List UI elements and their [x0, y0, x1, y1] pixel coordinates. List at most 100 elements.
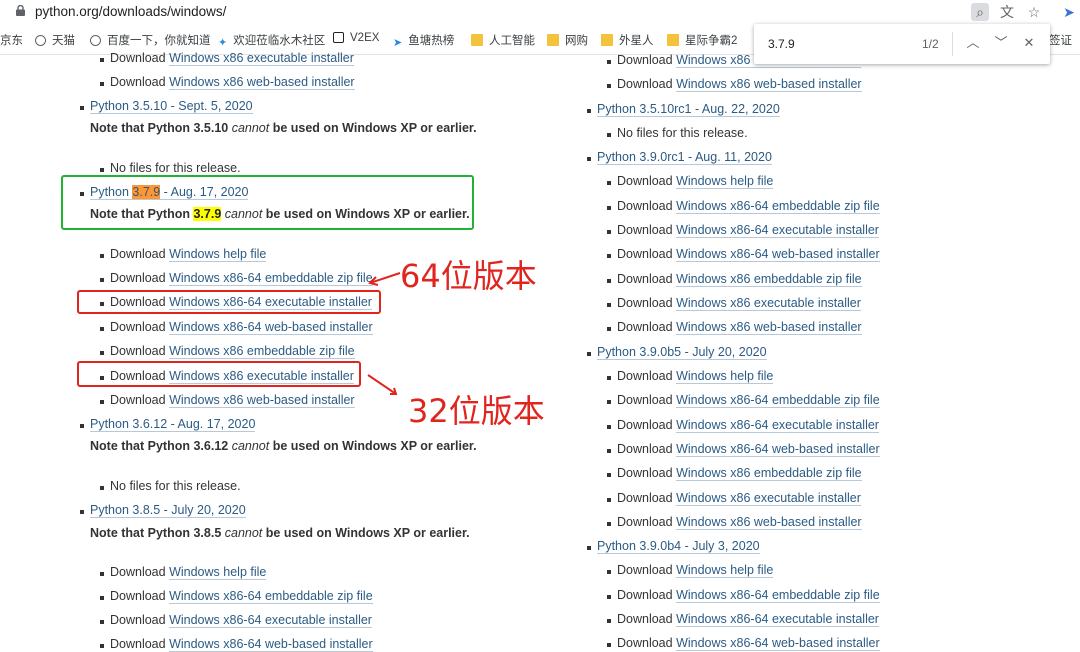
list-item: Download Windows x86-64 executable insta… [607, 223, 879, 238]
chevron-up-icon[interactable]: ︿ [964, 34, 982, 52]
address-bar[interactable]: python.org/downloads/windows/ ⌕ 文 ☆ ➤ [0, 0, 1080, 25]
release-link[interactable]: Python 3.6.12 - Aug. 17, 2020 [90, 417, 256, 432]
folder-icon [667, 34, 679, 46]
bookmark-tmall[interactable]: 天猫 [35, 32, 75, 48]
highlight-box-red-64bit [77, 290, 381, 314]
bookmark-folder-alien[interactable]: 外星人 [601, 32, 654, 48]
download-link[interactable]: Windows x86-64 embeddable zip file [676, 393, 880, 408]
release-note: Note that Python 3.8.5 cannot be used on… [90, 526, 470, 540]
download-link[interactable]: Windows x86-64 executable installer [169, 613, 372, 628]
list-item: Download Windows x86-64 web-based instal… [100, 320, 373, 335]
download-link[interactable]: Windows help file [676, 369, 774, 384]
release-item: Python 3.6.12 - Aug. 17, 2020 [79, 417, 256, 432]
list-item: Download Windows x86-64 web-based instal… [607, 247, 880, 262]
no-files-item: No files for this release. [100, 479, 241, 493]
annotation-64bit: 64位版本 [400, 257, 537, 295]
download-link[interactable]: Windows x86-64 embeddable zip file [676, 199, 880, 214]
download-link[interactable]: Windows x86 executable installer [676, 296, 861, 311]
star-icon[interactable]: ☆ [1025, 3, 1043, 21]
list-item: Download Windows x86 web-based installer [100, 393, 355, 408]
highlight-box-red-32bit [77, 361, 361, 387]
list-item: Download Windows help file [99, 247, 267, 262]
globe-icon [35, 35, 46, 46]
find-input[interactable]: 3.7.9 [768, 37, 795, 51]
list-item: Download Windows x86-64 embeddable zip f… [607, 393, 880, 408]
lock-icon [16, 5, 25, 16]
download-link[interactable]: Windows help file [676, 174, 774, 189]
download-link[interactable]: Windows x86 web-based installer [169, 75, 355, 90]
download-link[interactable]: Windows x86 executable installer [169, 51, 354, 66]
download-link[interactable]: Windows x86 web-based installer [676, 77, 862, 92]
extension-icon[interactable]: ➤ [1060, 3, 1078, 21]
folder-icon [601, 34, 613, 46]
release-item: Python 3.9.0rc1 - Aug. 11, 2020 [587, 150, 772, 165]
list-item: Download Windows x86-64 executable insta… [607, 418, 879, 433]
close-icon[interactable]: ✕ [1020, 34, 1038, 52]
download-link[interactable]: Windows x86-64 embeddable zip file [169, 271, 373, 286]
find-in-page-icon[interactable]: ⌕ [971, 3, 989, 21]
no-files-item: No files for this release. [100, 161, 241, 175]
water-icon: ✦ [218, 37, 228, 49]
release-link[interactable]: Python 3.8.5 - July 20, 2020 [90, 503, 246, 518]
chevron-down-icon[interactable]: ﹀ [992, 34, 1010, 52]
release-item: Python 3.5.10 - Sept. 5, 2020 [80, 99, 253, 114]
release-note: Note that Python 3.6.12 cannot be used o… [90, 439, 477, 453]
list-item: Download Windows x86 executable installe… [607, 491, 861, 506]
release-link[interactable]: Python 3.9.0rc1 - Aug. 11, 2020 [597, 150, 772, 165]
download-link[interactable]: Windows x86-64 web-based installer [169, 637, 373, 652]
release-note: Note that Python 3.5.10 cannot be used o… [90, 121, 477, 135]
download-link[interactable]: Windows x86 web-based installer [676, 320, 862, 335]
bookmark-v2ex[interactable]: V2EX [333, 32, 379, 44]
translate-icon[interactable]: 文 [998, 3, 1016, 21]
bookmark-visa[interactable]: 签证 [1049, 32, 1072, 48]
download-link[interactable]: Windows x86 web-based installer [676, 515, 862, 530]
list-item: Download Windows x86 executable installe… [100, 51, 354, 66]
download-link[interactable]: Windows x86-64 executable installer [676, 612, 879, 627]
release-link[interactable]: Python 3.9.0b4 - July 3, 2020 [597, 539, 760, 554]
download-link[interactable]: Windows x86-64 embeddable zip file [169, 589, 373, 604]
list-item: Download Windows help file [606, 563, 774, 578]
bookmark-baidu[interactable]: 百度一下，你就知道 [90, 32, 211, 48]
release-link[interactable]: Python 3.5.10rc1 - Aug. 22, 2020 [597, 102, 780, 117]
release-item: Python 3.8.5 - July 20, 2020 [80, 503, 246, 518]
download-link[interactable]: Windows help file [169, 565, 267, 580]
list-item: Download Windows x86-64 embeddable zip f… [100, 589, 373, 604]
list-item: Download Windows x86 embeddable zip file [100, 344, 355, 359]
download-link[interactable]: Windows x86 web-based installer [169, 393, 355, 408]
v2ex-icon [333, 32, 344, 43]
download-link[interactable]: Windows x86-64 embeddable zip file [676, 588, 880, 603]
list-item: Download Windows x86-64 web-based instal… [100, 637, 373, 652]
find-divider [952, 32, 953, 56]
find-bar: 3.7.9 1/2 ︿ ﹀ ✕ [754, 24, 1050, 64]
release-item: Python 3.9.0b4 - July 3, 2020 [587, 539, 760, 554]
download-link[interactable]: Windows x86-64 executable installer [676, 223, 879, 238]
list-item: Download Windows x86 embeddable zip file [607, 272, 862, 287]
bookmark-folder-shopping[interactable]: 网购 [547, 32, 588, 48]
bookmark-jd[interactable]: 京东 [0, 32, 23, 48]
bookmark-yutang[interactable]: ➤ 鱼塘热榜 [393, 32, 454, 49]
download-link[interactable]: Windows x86-64 web-based installer [676, 636, 880, 651]
url-text[interactable]: python.org/downloads/windows/ [35, 4, 226, 19]
download-link[interactable]: Windows x86-64 web-based installer [676, 247, 880, 262]
download-link[interactable]: Windows x86 embeddable zip file [676, 466, 862, 481]
folder-icon [547, 34, 559, 46]
list-item: Download Windows x86 web-based installer [607, 320, 862, 335]
list-item: Download Windows x86-64 executable insta… [607, 612, 879, 627]
release-link[interactable]: Python 3.9.0b5 - July 20, 2020 [597, 345, 767, 360]
download-link[interactable]: Windows x86 executable installer [676, 491, 861, 506]
download-link[interactable]: Windows x86-64 web-based installer [676, 442, 880, 457]
list-item: Download Windows x86 web-based installer [607, 515, 862, 530]
download-link[interactable]: Windows x86 embeddable zip file [169, 344, 355, 359]
annotation-32bit: 32位版本 [408, 392, 545, 430]
release-item: Python 3.5.10rc1 - Aug. 22, 2020 [587, 102, 780, 117]
list-item: Download Windows help file [99, 565, 267, 580]
download-link[interactable]: Windows help file [169, 247, 267, 262]
release-link[interactable]: Python 3.5.10 - Sept. 5, 2020 [90, 99, 253, 114]
bookmark-newsmth[interactable]: ✦ 欢迎莅临水木社区 [218, 32, 325, 49]
bookmark-folder-sc2[interactable]: 星际争霸2 [667, 32, 737, 48]
download-link[interactable]: Windows x86-64 executable installer [676, 418, 879, 433]
download-link[interactable]: Windows x86 embeddable zip file [676, 272, 862, 287]
download-link[interactable]: Windows help file [676, 563, 774, 578]
bookmark-folder-ai[interactable]: 人工智能 [471, 32, 535, 48]
download-link[interactable]: Windows x86-64 web-based installer [169, 320, 373, 335]
